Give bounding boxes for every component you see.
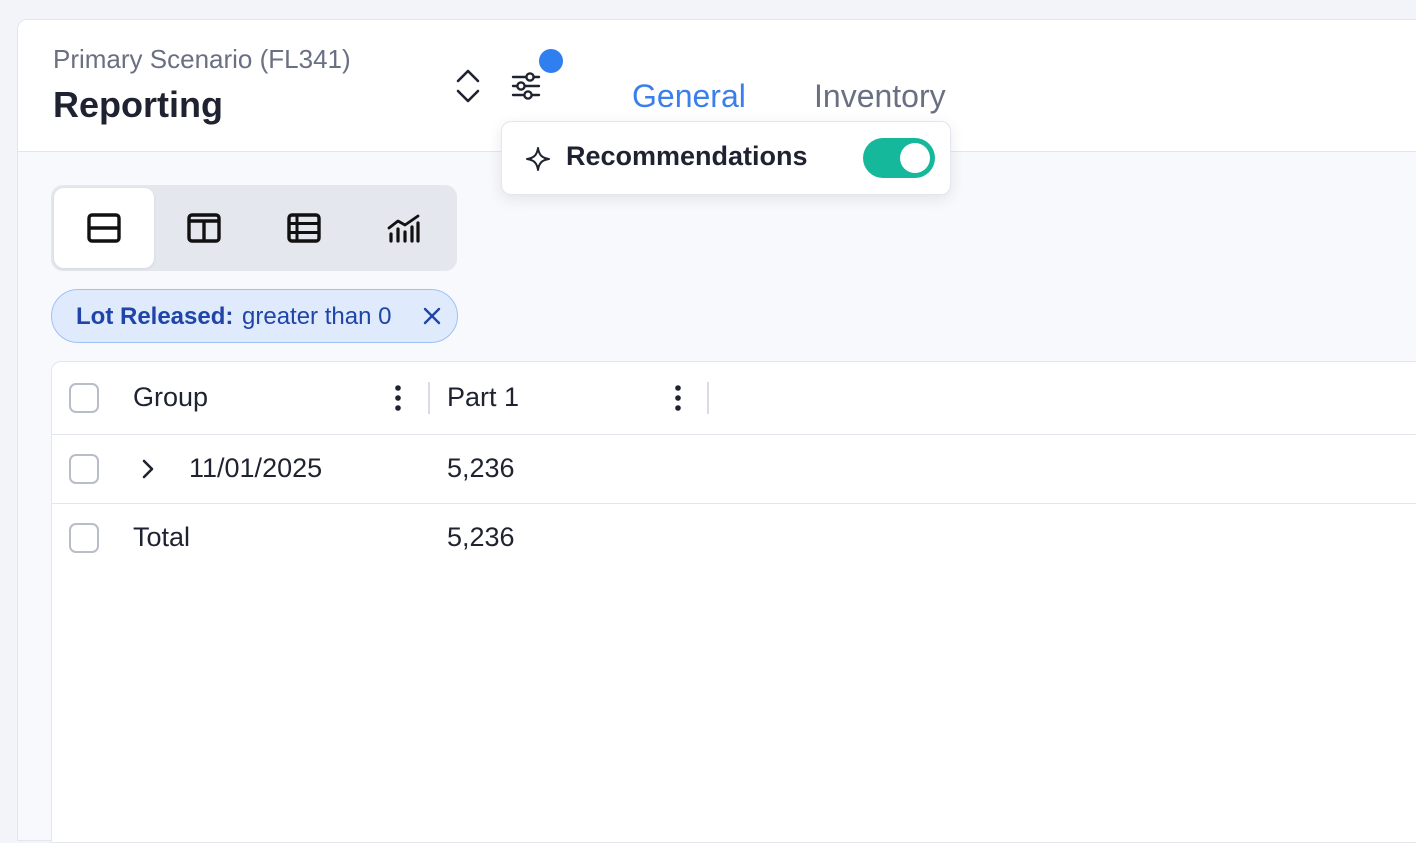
chevron-right-icon[interactable] — [138, 458, 158, 480]
rows-layout-icon — [87, 213, 121, 243]
column-resize-handle[interactable] — [428, 382, 430, 414]
view-mode-switcher — [51, 185, 457, 271]
column-resize-handle[interactable] — [707, 382, 709, 414]
tab-general[interactable]: General — [632, 78, 746, 115]
page-title: Reporting — [53, 84, 223, 125]
table-row[interactable]: 11/01/2025 5,236 — [52, 435, 1416, 504]
table-view-button[interactable] — [254, 188, 354, 268]
filter-condition: greater than 0 — [242, 303, 392, 330]
total-part1-cell: 5,236 — [447, 522, 515, 552]
part1-cell: 5,236 — [447, 453, 515, 483]
scenario-switcher-button[interactable] — [450, 66, 486, 106]
recommendations-popover: Recommendations — [501, 121, 951, 195]
table-total-row[interactable]: Total 5,236 — [52, 504, 1416, 572]
sliders-icon — [511, 72, 541, 100]
chevron-up-down-icon — [456, 69, 480, 103]
total-label: Total — [133, 522, 191, 552]
report-card: Primary Scenario (FL341) Reporting Gener… — [17, 19, 1416, 843]
column-header-group[interactable]: Group — [133, 382, 208, 413]
recommendations-toggle[interactable] — [863, 138, 935, 178]
table-icon — [287, 213, 321, 243]
column-menu-icon[interactable] — [668, 382, 688, 414]
bar-line-chart-icon — [387, 214, 420, 243]
close-icon[interactable] — [420, 304, 444, 328]
column-menu-icon[interactable] — [388, 382, 408, 414]
filter-settings-button[interactable] — [506, 66, 546, 106]
select-all-checkbox[interactable] — [69, 383, 99, 413]
recommendations-label: Recommendations — [566, 141, 808, 171]
report-table: Group Part 1 11/01/2025 5,236 Total 5,23… — [51, 361, 1416, 843]
rows-view-button[interactable] — [54, 188, 154, 268]
columns-view-button[interactable] — [154, 188, 254, 268]
filter-chip[interactable]: Lot Released: greater than 0 — [51, 289, 458, 343]
toggle-knob — [900, 143, 930, 173]
tab-inventory[interactable]: Inventory — [814, 78, 946, 115]
filter-field: Lot Released: — [76, 303, 234, 330]
table-header-row: Group Part 1 — [52, 362, 1416, 435]
group-cell: 11/01/2025 — [189, 453, 323, 483]
sparkle-icon — [526, 147, 550, 171]
row-checkbox[interactable] — [69, 454, 99, 484]
row-checkbox[interactable] — [69, 523, 99, 553]
chart-view-button[interactable] — [354, 188, 454, 268]
scenario-name: Primary Scenario (FL341) — [53, 44, 351, 74]
columns-layout-icon — [187, 213, 221, 243]
column-header-part1[interactable]: Part 1 — [447, 382, 519, 413]
notification-dot — [539, 49, 563, 73]
